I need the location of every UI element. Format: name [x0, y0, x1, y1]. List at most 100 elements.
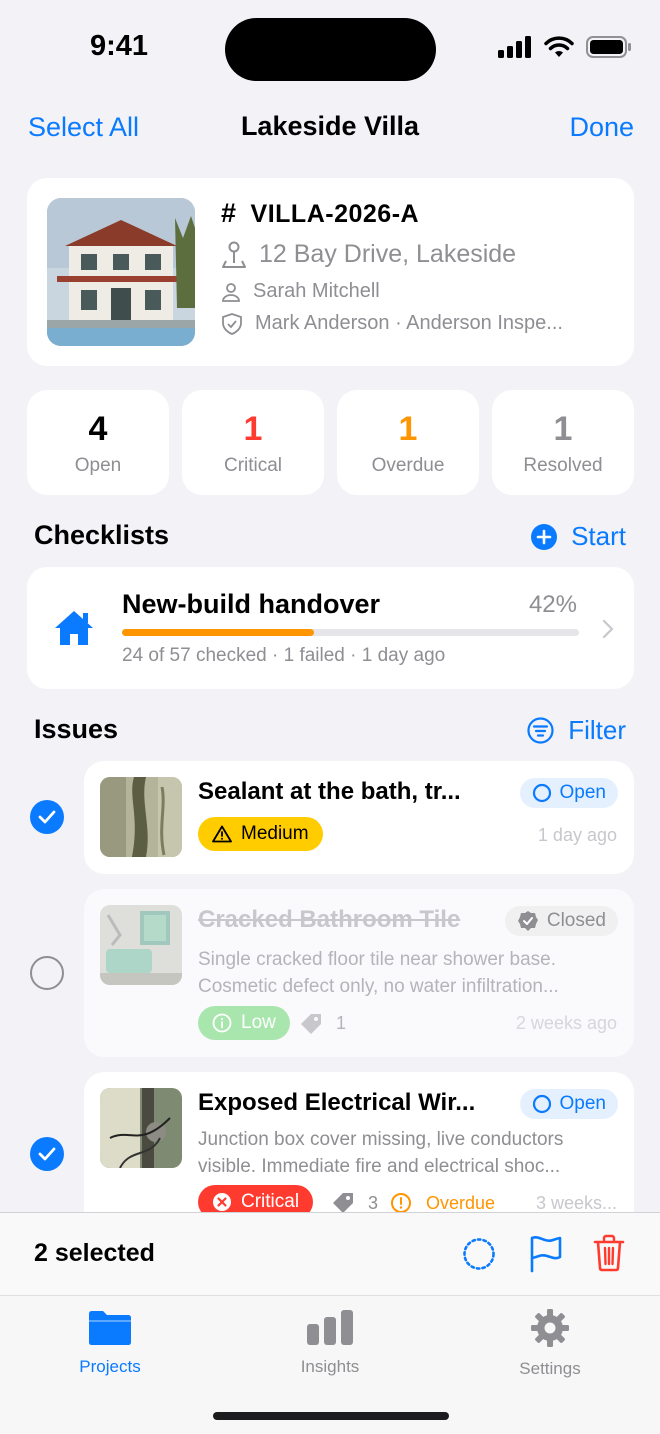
dynamic-island: [225, 18, 436, 81]
project-id: # VILLA-2026-A: [221, 198, 419, 229]
filter-icon: [527, 717, 554, 744]
filter-button[interactable]: Filter: [527, 715, 626, 746]
chart-bar-icon: [307, 1310, 353, 1345]
plus-circle-icon: [531, 523, 558, 550]
project-id-text: VILLA-2026-A: [250, 200, 420, 228]
checklists-heading: Checklists: [34, 520, 170, 550]
gear-icon: [531, 1309, 569, 1347]
issue-thumbnail: [100, 905, 182, 985]
closed-check-icon: [517, 911, 538, 931]
tab-label: Projects: [79, 1357, 141, 1376]
tab-insights[interactable]: Insights: [260, 1308, 400, 1377]
stat-value: 1: [553, 410, 573, 448]
issue-select-checkbox[interactable]: [30, 1137, 64, 1171]
severity-label: Critical: [241, 1191, 300, 1212]
issue-title: Exposed Electrical Wir...: [198, 1089, 476, 1116]
house-icon: [55, 611, 93, 645]
status-label: Open: [559, 1093, 606, 1114]
severity-label: Low: [241, 1012, 276, 1033]
stat-overdue[interactable]: 1 Overdue: [337, 390, 479, 495]
project-owner: Sarah Mitchell: [253, 280, 380, 302]
wifi-icon: [544, 36, 574, 57]
tab-label: Insights: [300, 1357, 360, 1376]
severity-badge: Medium: [198, 817, 323, 851]
status-label: Open: [559, 782, 606, 803]
stat-label: Critical: [223, 455, 283, 476]
hash-icon: #: [221, 198, 237, 228]
issue-title: Sealant at the bath, tr...: [198, 778, 461, 805]
flag-icon[interactable]: [529, 1235, 563, 1273]
issue-description: Junction box cover missing, live conduct…: [198, 1129, 564, 1177]
issue-row[interactable]: Exposed Electrical Wir... Open Junction …: [84, 1072, 634, 1232]
status-change-icon[interactable]: [462, 1237, 496, 1271]
stat-label: Open: [74, 455, 122, 476]
severity-label: Medium: [241, 823, 309, 844]
stat-critical[interactable]: 1 Critical: [182, 390, 324, 495]
issue-time: 2 weeks ago: [515, 1013, 617, 1033]
checklist-progress-fill: [122, 629, 314, 636]
chevron-right-icon: [602, 619, 614, 639]
issue-select-checkbox[interactable]: [30, 800, 64, 834]
issue-thumbnail: [100, 1088, 182, 1168]
status-badge: Open: [519, 778, 618, 808]
tag-icon: [333, 1193, 353, 1213]
checklist-progress-bar: [122, 629, 579, 636]
checklist-item[interactable]: New-build handover 42% 24 of 57 checked …: [27, 567, 634, 689]
issues-heading: Issues: [34, 714, 119, 744]
project-address: 12 Bay Drive, Lakeside: [259, 240, 517, 268]
page-title: Lakeside Villa: [240, 111, 420, 141]
done-button[interactable]: Done: [569, 112, 634, 143]
issue-row[interactable]: Cracked Bathroom Tile Closed Single crac…: [84, 889, 634, 1057]
issue-time: 1 day ago: [537, 825, 617, 845]
tag-count: 1: [336, 1013, 347, 1033]
project-card[interactable]: # VILLA-2026-A 12 Bay Drive, Lakeside Sar…: [27, 178, 634, 366]
checklist-subtitle: 24 of 57 checked · 1 failed · 1 day ago: [122, 645, 446, 666]
tab-projects[interactable]: Projects: [40, 1308, 180, 1377]
person-icon: [222, 282, 240, 302]
issue-select-checkbox[interactable]: [30, 956, 64, 990]
project-address-row: 12 Bay Drive, Lakeside: [221, 240, 516, 269]
start-label: Start: [571, 521, 626, 551]
open-circle-icon: [532, 783, 551, 803]
open-circle-icon: [532, 1094, 551, 1114]
issue-row[interactable]: Sealant at the bath, tr... Open Medium 1…: [84, 761, 634, 874]
checklist-title: New-build handover: [122, 589, 381, 619]
x-circle-icon: [213, 1193, 231, 1211]
folder-icon: [89, 1311, 131, 1345]
stat-label: Resolved: [523, 455, 603, 476]
stat-resolved[interactable]: 1 Resolved: [492, 390, 634, 495]
selection-toolbar: 2 selected: [0, 1212, 660, 1295]
project-inspector-row: Mark Anderson · Anderson Inspe...: [221, 312, 563, 335]
project-inspector: Mark Anderson · Anderson Inspe...: [255, 312, 563, 334]
project-owner-row: Sarah Mitchell: [221, 280, 380, 303]
overdue-label: Overdue: [426, 1193, 496, 1213]
tag-icon: [301, 1014, 321, 1034]
project-photo: [47, 198, 195, 346]
issue-description: Single cracked floor tile near shower ba…: [198, 949, 559, 997]
tab-settings[interactable]: Settings: [480, 1308, 620, 1379]
issue-thumbnail: [100, 777, 182, 857]
tab-label: Settings: [519, 1359, 581, 1378]
status-badge: Closed: [504, 906, 618, 936]
battery-icon: [586, 36, 631, 58]
shield-check-icon: [222, 312, 242, 335]
start-checklist-button[interactable]: Start: [531, 521, 626, 552]
status-label: Closed: [546, 910, 606, 931]
checkmark-icon: [38, 810, 56, 824]
warning-triangle-icon: [212, 825, 232, 843]
status-badge: Open: [519, 1089, 618, 1119]
checkmark-icon: [38, 1147, 56, 1161]
filter-label: Filter: [568, 715, 626, 745]
checklist-percent: 42%: [528, 591, 577, 618]
signal-icon: [498, 36, 531, 58]
stat-value: 1: [243, 410, 263, 448]
stat-value: 1: [398, 410, 418, 448]
overdue-clock-icon: [391, 1193, 411, 1213]
status-icons: [498, 36, 632, 58]
status-time: 9:41: [90, 30, 149, 62]
map-pin-icon: [222, 241, 246, 268]
stat-open[interactable]: 4 Open: [27, 390, 169, 495]
stat-value: 4: [88, 410, 108, 448]
home-indicator: [213, 1412, 449, 1420]
trash-icon[interactable]: [593, 1234, 625, 1272]
